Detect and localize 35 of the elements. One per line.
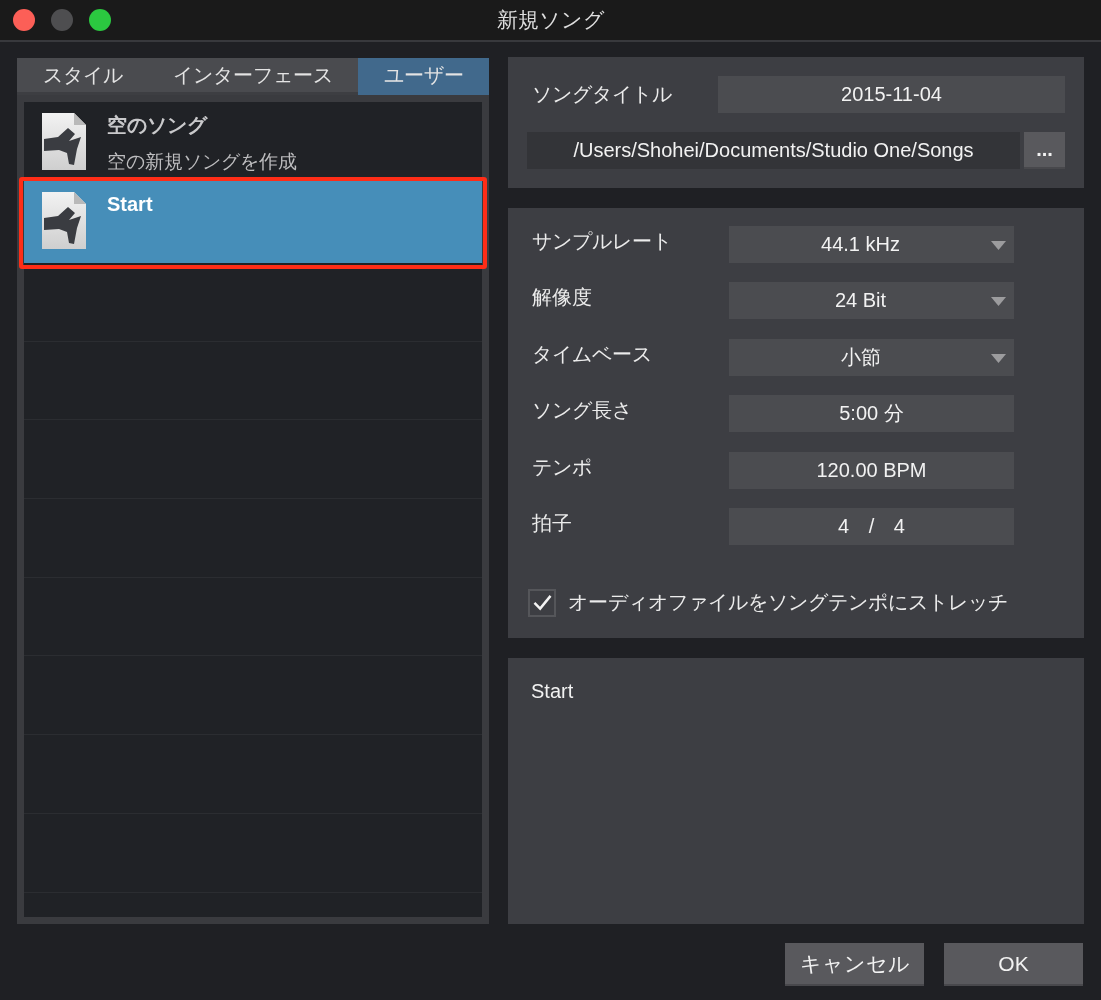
setting-label: テンポ — [531, 454, 593, 480]
checkmark-icon — [532, 594, 552, 612]
template-title: 空のソング — [107, 113, 209, 137]
document-icon — [42, 192, 86, 249]
location-field[interactable]: /Users/Shohei/Documents/Studio One/Songs — [527, 132, 1020, 169]
dialog-button[interactable]: OK — [944, 943, 1083, 986]
dropdown[interactable]: 44.1 kHz — [729, 226, 1014, 263]
title-field[interactable]: 2015-11-04 — [718, 76, 1065, 113]
input-field[interactable]: 120.00 BPM — [729, 451, 1014, 489]
dropdown[interactable]: 小節 — [729, 338, 1014, 376]
setting-label: サンプルレート — [531, 229, 673, 254]
setting-label: ソング長さ — [531, 398, 633, 424]
setting-label: 解像度 — [531, 285, 593, 311]
zoom-button[interactable] — [89, 9, 111, 31]
checkbox[interactable] — [528, 588, 556, 617]
input-field[interactable]: 5:00 分 — [729, 395, 1014, 433]
caret-icon — [991, 297, 1006, 307]
checkbox-label: オーディオファイルをソングテンポにストレッチ — [568, 590, 1008, 616]
time-signature-field[interactable]: 4 / 4 — [729, 507, 1014, 545]
browse-button[interactable]: ... — [1024, 132, 1065, 169]
window-title: 新規ソング — [496, 7, 605, 33]
close-button[interactable] — [13, 9, 35, 31]
template-description: 空の新規ソングを作成 — [107, 151, 297, 174]
setting-label: タイムベース — [531, 341, 653, 367]
field-label: ソングタイトル — [531, 82, 673, 107]
setting-label: 拍子 — [531, 510, 573, 536]
description-text: Start — [531, 680, 574, 702]
tab[interactable]: ユーザー — [358, 58, 489, 95]
document-icon — [42, 113, 86, 170]
caret-icon — [991, 241, 1006, 250]
template-item[interactable]: Start — [24, 181, 482, 263]
dialog-button[interactable]: キャンセル — [785, 943, 924, 986]
template-title: Start — [107, 192, 153, 216]
caret-icon — [991, 353, 1006, 363]
dropdown[interactable]: 24 Bit — [729, 282, 1014, 320]
